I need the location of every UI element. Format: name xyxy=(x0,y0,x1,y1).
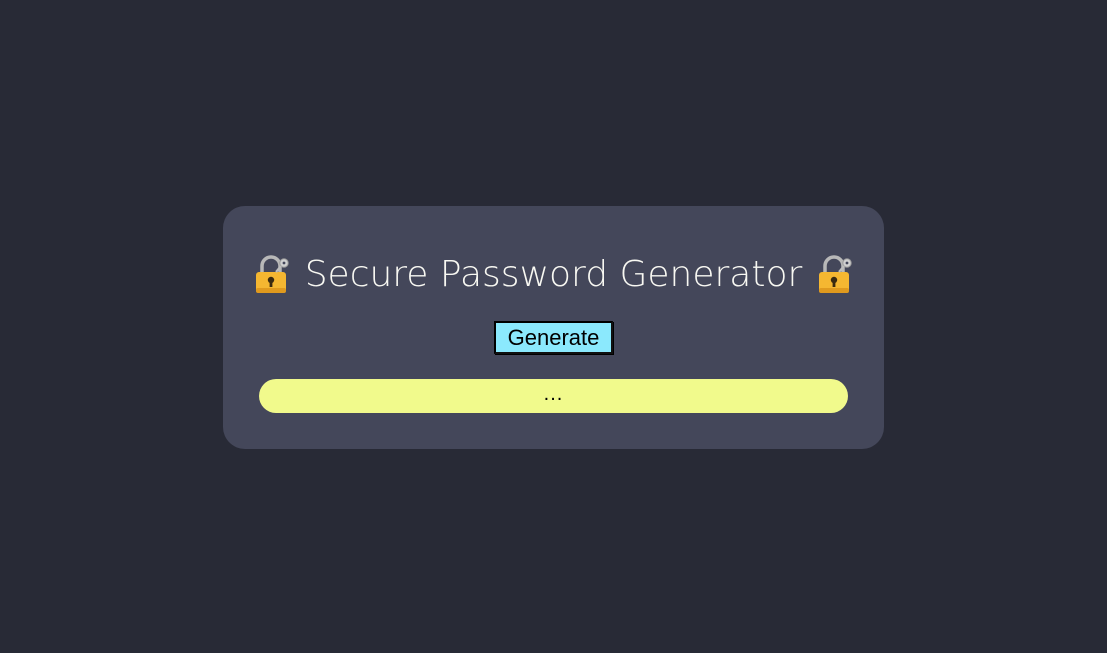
password-output-text: ... xyxy=(543,382,564,405)
padlock-with-key-icon xyxy=(819,255,853,293)
password-output[interactable]: ... xyxy=(259,379,848,413)
generator-card: Secure Password Generator Generate ... xyxy=(223,206,884,449)
title-row: Secure Password Generator xyxy=(223,250,884,298)
generate-button[interactable]: Generate xyxy=(494,321,613,354)
padlock-with-key-icon xyxy=(255,255,289,293)
page-title: Secure Password Generator xyxy=(304,253,803,295)
